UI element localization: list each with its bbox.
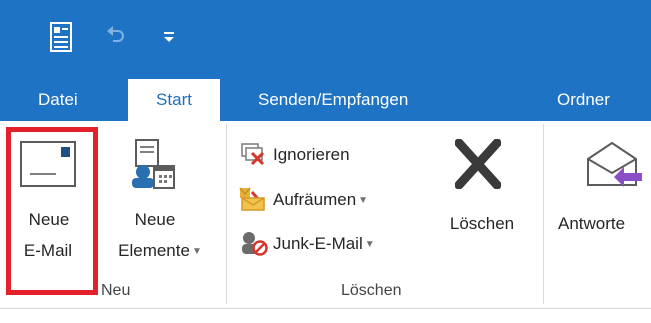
outlook-app-icon[interactable] <box>50 22 72 57</box>
group-separator <box>226 124 227 304</box>
delete-label: Löschen <box>449 214 515 233</box>
group-separator <box>543 124 544 304</box>
group-label-neu: Neu <box>101 282 131 299</box>
tab-senden-empfangen[interactable]: Senden/Empfangen <box>258 79 478 121</box>
ignore-icon <box>241 142 267 171</box>
new-items-label-text: Elemente <box>118 241 190 260</box>
reply-icon <box>584 139 644 194</box>
new-items-label-line1: Neue <box>134 210 176 229</box>
customize-quick-access-icon[interactable] <box>162 30 176 49</box>
tab-datei[interactable]: Datei <box>38 79 98 121</box>
chevron-down-icon: ▼ <box>191 246 202 258</box>
delete-x-icon <box>454 138 502 194</box>
undo-icon[interactable] <box>104 24 126 51</box>
ribbon-tab-bar: Datei Start Senden/Empfangen Ordner <box>0 79 651 121</box>
ignore-label: Ignorieren <box>273 145 350 164</box>
cleanup-label: Aufräumen ▼ <box>273 189 368 212</box>
junk-label: Junk-E-Mail ▼ <box>273 233 375 256</box>
group-label-loeschen: Löschen <box>341 282 402 299</box>
cleanup-icon <box>238 186 268 217</box>
highlight-box <box>6 127 98 295</box>
tab-start[interactable]: Start <box>128 79 220 121</box>
junk-label-text: Junk-E-Mail <box>273 234 363 253</box>
new-items-label-line2: Elemente ▼ <box>95 238 225 264</box>
reply-label: Antworte <box>558 214 626 233</box>
cleanup-label-text: Aufräumen <box>273 190 357 209</box>
junk-icon <box>240 230 268 261</box>
chevron-down-icon: ▼ <box>364 238 375 250</box>
tab-ordner[interactable]: Ordner <box>557 79 637 121</box>
new-items-icon <box>128 138 176 195</box>
title-bar <box>0 0 651 79</box>
chevron-down-icon: ▼ <box>358 194 369 206</box>
